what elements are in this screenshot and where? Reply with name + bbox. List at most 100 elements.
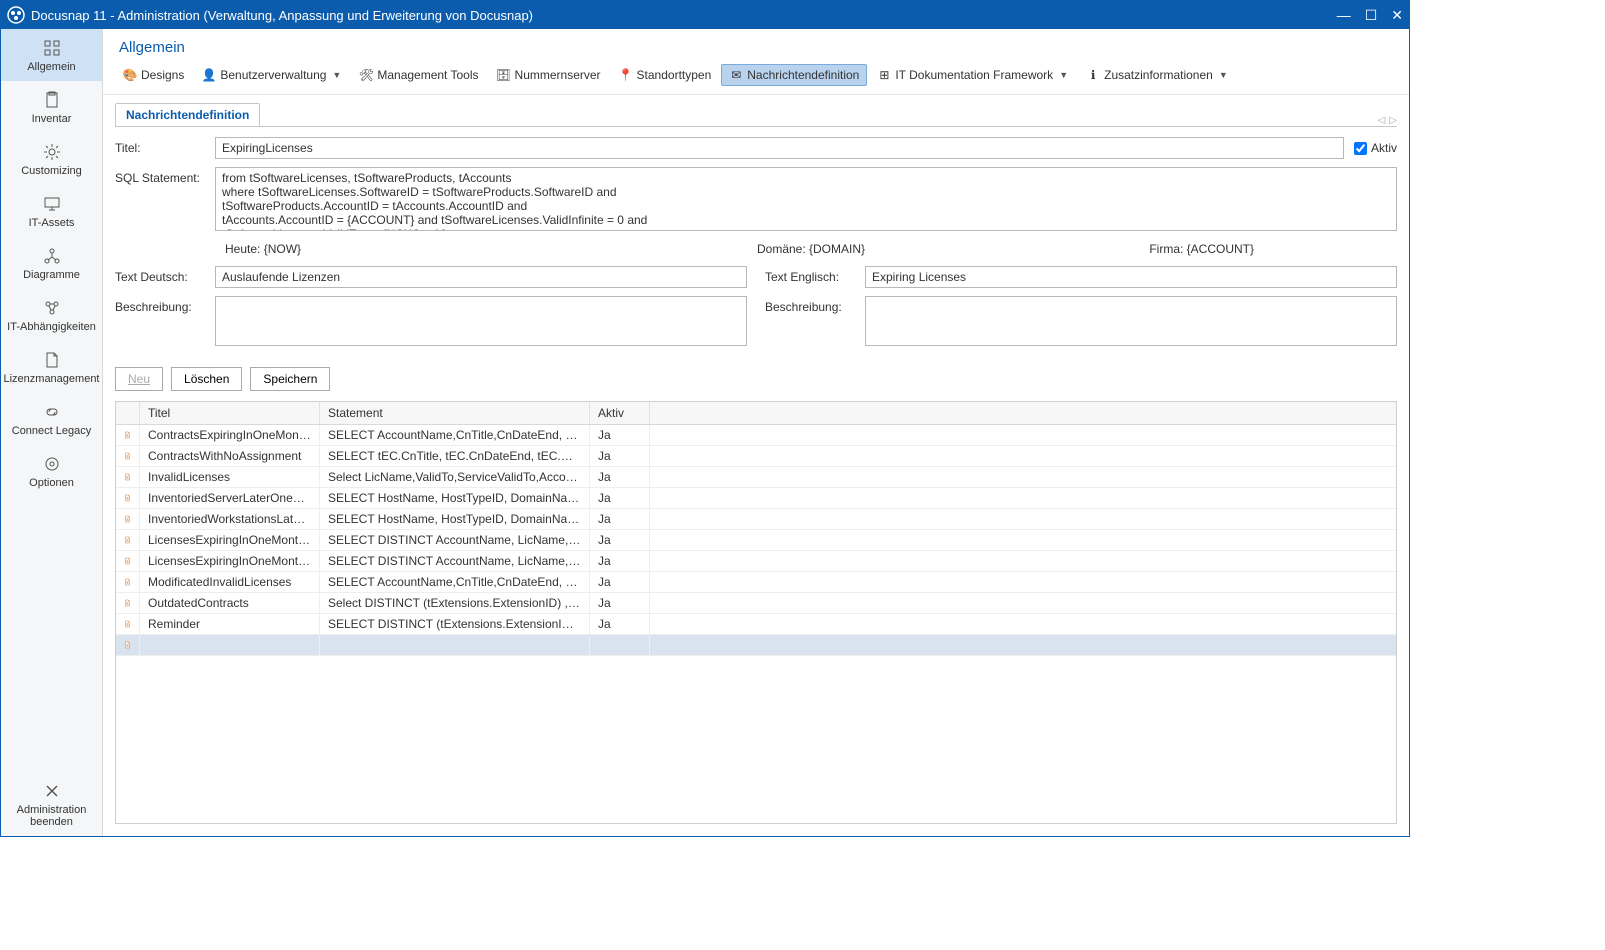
sidebar-item-diagramme[interactable]: Diagramme	[1, 237, 102, 289]
grid-icon	[42, 38, 62, 58]
cell-statement: SELECT DISTINCT AccountName, LicName, So…	[320, 530, 590, 550]
cell-statement: SELECT AccountName,CnTitle,CnDateEnd, La…	[320, 425, 590, 445]
table-row[interactable]: ContractsWithNoAssignmentSELECT tEC.CnTi…	[116, 446, 1396, 467]
cell-aktiv: Ja	[590, 446, 650, 466]
toolbar-it-doku[interactable]: ⊞IT Dokumentation Framework▼	[869, 64, 1076, 86]
speichern-button[interactable]: Speichern	[250, 367, 330, 391]
cell-aktiv: Ja	[590, 572, 650, 592]
table-row[interactable]: InventoriedServerLaterOneWeekSELECT Host…	[116, 488, 1396, 509]
toolbar-benutzerverwaltung[interactable]: 👤Benutzerverwaltung▼	[194, 64, 349, 86]
toolbar-nummernserver[interactable]: 🗄Nummernserver	[489, 64, 609, 86]
cell-titel: OutdatedContracts	[140, 593, 320, 613]
grid-body[interactable]: ContractsExpiringInOneMonthOr...SELECT A…	[116, 425, 1396, 656]
loeschen-button[interactable]: Löschen	[171, 367, 242, 391]
sidebar-item-connect-legacy[interactable]: Connect Legacy	[1, 393, 102, 445]
checkbox-aktiv[interactable]: Aktiv	[1354, 141, 1397, 155]
neu-button[interactable]: Neu	[115, 367, 163, 391]
chevron-down-icon: ▼	[1059, 70, 1068, 80]
info-icon: ℹ	[1086, 68, 1100, 82]
table-row[interactable]: InventoriedWorkstationsLaterOn...SELECT …	[116, 509, 1396, 530]
app-logo-icon	[7, 6, 25, 24]
table-row[interactable]: ReminderSELECT DISTINCT (tExtensions.Ext…	[116, 614, 1396, 635]
sidebar-item-optionen[interactable]: Optionen	[1, 445, 102, 497]
main-content: Allgemein 🎨Designs 👤Benutzerverwaltung▼ …	[103, 29, 1409, 836]
label-beschreibung-de: Beschreibung:	[115, 296, 215, 349]
textarea-beschreibung-en[interactable]	[865, 296, 1397, 346]
settings-icon	[42, 454, 62, 474]
sidebar-item-customizing[interactable]: Customizing	[1, 133, 102, 185]
cell-titel: LicensesExpiringInOneMonthOrL...	[140, 530, 320, 550]
sidebar-item-it-abhaengigkeiten[interactable]: IT-Abhängigkeiten	[1, 289, 102, 341]
placeholder-domaene: Domäne: {DOMAIN}	[616, 242, 1007, 256]
col-titel[interactable]: Titel	[140, 402, 320, 424]
toolbar-standorttypen[interactable]: 📍Standorttypen	[611, 64, 720, 86]
cell-titel	[140, 635, 320, 655]
row-document-icon	[116, 593, 140, 613]
table-row[interactable]: InvalidLicensesSelect LicName,ValidTo,Se…	[116, 467, 1396, 488]
textarea-beschreibung-de[interactable]	[215, 296, 747, 346]
row-document-icon	[116, 467, 140, 487]
cell-aktiv: Ja	[590, 509, 650, 529]
toolbar-designs[interactable]: 🎨Designs	[115, 64, 192, 86]
tools-icon: 🛠	[359, 68, 373, 82]
table-row[interactable]: LicensesExpiringInOneMonthOrL...SELECT D…	[116, 551, 1396, 572]
grid-header: Titel Statement Aktiv	[116, 402, 1396, 425]
sidebar-item-label: IT-Abhängigkeiten	[7, 321, 96, 333]
cell-statement: Select LicName,ValidTo,ServiceValidTo,Ac…	[320, 467, 590, 487]
sidebar-item-allgemein[interactable]: Allgemein	[1, 29, 102, 81]
sidebar-item-exit[interactable]: Administration beenden	[1, 773, 102, 836]
link-icon	[42, 402, 62, 422]
sidebar-item-it-assets[interactable]: IT-Assets	[1, 185, 102, 237]
server-icon: 🗄	[497, 68, 511, 82]
sidebar-item-label: Inventar	[32, 113, 72, 125]
maximize-button[interactable]: ☐	[1365, 8, 1378, 22]
document-icon	[42, 350, 62, 370]
sidebar-item-lizenzmanagement[interactable]: Lizenzmanagement	[1, 341, 102, 393]
label-text-de: Text Deutsch:	[115, 266, 215, 288]
input-text-de[interactable]	[215, 266, 747, 288]
user-icon: 👤	[202, 68, 216, 82]
toolbar-management-tools[interactable]: 🛠Management Tools	[351, 64, 486, 86]
table-row[interactable]: LicensesExpiringInOneMonthOrL...SELECT D…	[116, 530, 1396, 551]
sidebar-item-label: Optionen	[29, 477, 74, 489]
sidebar: Allgemein Inventar Customizing IT-Assets…	[1, 29, 103, 836]
sidebar-item-label: Lizenzmanagement	[3, 373, 99, 385]
sidebar-item-label: IT-Assets	[29, 217, 75, 229]
close-button[interactable]: ✕	[1391, 8, 1403, 22]
toolbar-nachrichtendefinition[interactable]: ✉Nachrichtendefinition	[721, 64, 867, 86]
row-document-icon	[116, 530, 140, 550]
col-aktiv[interactable]: Aktiv	[590, 402, 650, 424]
tab-nav-prev[interactable]: ◁	[1378, 115, 1386, 126]
sidebar-item-label: Administration beenden	[3, 804, 100, 828]
minimize-button[interactable]: —	[1337, 8, 1351, 22]
cell-statement: SELECT HostName, HostTypeID, DomainName,…	[320, 509, 590, 529]
clipboard-icon	[42, 90, 62, 110]
location-icon: 📍	[619, 68, 633, 82]
cell-aktiv: Ja	[590, 488, 650, 508]
table-row[interactable]: ModificatedInvalidLicensesSELECT Account…	[116, 572, 1396, 593]
window-title: Docusnap 11 - Administration (Verwaltung…	[31, 8, 1337, 23]
cell-titel: ContractsExpiringInOneMonthOr...	[140, 425, 320, 445]
sidebar-item-inventar[interactable]: Inventar	[1, 81, 102, 133]
label-sql: SQL Statement:	[115, 167, 215, 185]
col-statement[interactable]: Statement	[320, 402, 590, 424]
table-row-new[interactable]	[116, 635, 1396, 656]
gear-icon	[42, 142, 62, 162]
tab-nachrichtendefinition[interactable]: Nachrichtendefinition	[115, 103, 260, 126]
cell-titel: InventoriedWorkstationsLaterOn...	[140, 509, 320, 529]
placeholder-heute: Heute: {NOW}	[225, 242, 616, 256]
textarea-sql[interactable]: from tSoftwareLicenses, tSoftwareProduct…	[215, 167, 1397, 231]
titlebar: Docusnap 11 - Administration (Verwaltung…	[1, 1, 1409, 29]
form-area: Titel: Aktiv SQL Statement: from tSoftwa…	[115, 126, 1397, 357]
app-window: Docusnap 11 - Administration (Verwaltung…	[0, 0, 1410, 837]
checkbox-aktiv-input[interactable]	[1354, 142, 1367, 155]
cell-statement: SELECT AccountName,CnTitle,CnDateEnd, La…	[320, 572, 590, 592]
tab-nav-next[interactable]: ▷	[1389, 115, 1397, 126]
cell-aktiv: Ja	[590, 425, 650, 445]
table-row[interactable]: ContractsExpiringInOneMonthOr...SELECT A…	[116, 425, 1396, 446]
input-titel[interactable]	[215, 137, 1344, 159]
row-document-icon	[116, 425, 140, 445]
toolbar-zusatzinformationen[interactable]: ℹZusatzinformationen▼	[1078, 64, 1236, 86]
table-row[interactable]: OutdatedContractsSelect DISTINCT (tExten…	[116, 593, 1396, 614]
input-text-en[interactable]	[865, 266, 1397, 288]
